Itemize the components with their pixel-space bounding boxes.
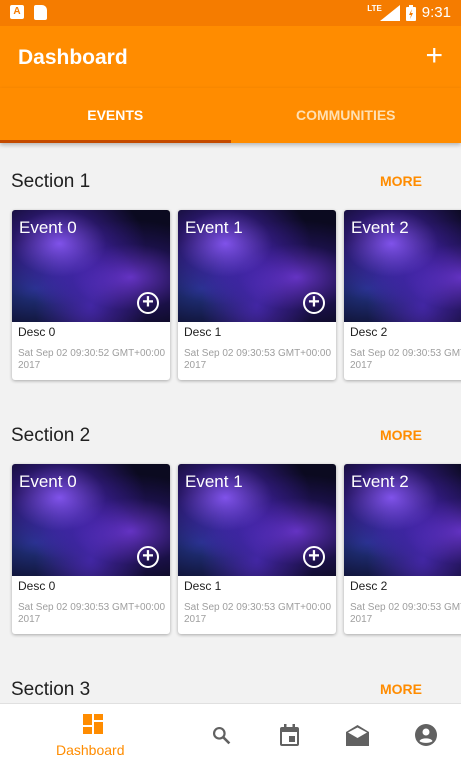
nav-search[interactable] xyxy=(200,704,244,765)
event-card[interactable]: Event 2 Desc 2 Sat Sep 02 09:30:53 GMT+0… xyxy=(344,464,461,634)
dashboard-icon xyxy=(83,714,103,734)
app-bar: Dashboard + xyxy=(0,26,461,88)
section: Section 1 MORE Event 0 + Desc 0 Sat Sep … xyxy=(0,143,461,397)
section-more-button[interactable]: MORE xyxy=(380,427,422,443)
nav-mail[interactable] xyxy=(336,704,380,765)
add-circle-icon[interactable]: + xyxy=(303,546,325,568)
sd-card-icon xyxy=(34,5,47,20)
event-card[interactable]: Event 1 + Desc 1 Sat Sep 02 09:30:53 GMT… xyxy=(178,464,336,634)
event-desc: Desc 0 xyxy=(18,579,56,593)
nav-account[interactable] xyxy=(404,704,448,765)
section-title: Section 1 xyxy=(11,171,91,192)
battery-icon xyxy=(405,4,416,21)
tab-communities[interactable]: COMMUNITIES xyxy=(231,88,461,143)
event-date: Sat Sep 02 09:30:53 GMT+00:00 2017 xyxy=(184,348,332,371)
event-desc: Desc 2 xyxy=(350,325,388,339)
event-card[interactable]: Event 2 Desc 2 Sat Sep 02 09:30:53 GMT+0… xyxy=(344,210,461,380)
event-card[interactable]: Event 0 + Desc 0 Sat Sep 02 09:30:53 GMT… xyxy=(12,464,170,634)
events-list[interactable]: Section 1 MORE Event 0 + Desc 0 Sat Sep … xyxy=(0,143,461,703)
notification-a-icon: A xyxy=(10,5,24,19)
event-date: Sat Sep 02 09:30:53 GMT+00:00 2017 xyxy=(350,602,461,625)
event-date: Sat Sep 02 09:30:53 GMT+00:00 2017 xyxy=(18,602,166,625)
tab-bar: EVENTS COMMUNITIES xyxy=(0,88,461,143)
nav-dashboard[interactable]: Dashboard xyxy=(40,704,150,765)
signal-icon xyxy=(379,4,400,21)
event-date: Sat Sep 02 09:30:53 GMT+00:00 2017 xyxy=(184,602,332,625)
tab-events[interactable]: EVENTS xyxy=(0,88,231,143)
add-circle-icon[interactable]: + xyxy=(137,292,159,314)
event-desc: Desc 2 xyxy=(350,579,388,593)
event-desc: Desc 0 xyxy=(18,325,56,339)
event-title: Event 1 xyxy=(185,218,243,237)
search-icon xyxy=(212,726,231,745)
section-more-button[interactable]: MORE xyxy=(380,173,422,189)
section-title: Section 3 xyxy=(11,679,91,700)
event-title: Event 0 xyxy=(19,218,77,237)
event-desc: Desc 1 xyxy=(184,325,222,339)
section: Section 2 MORE Event 0 + Desc 0 Sat Sep … xyxy=(0,397,461,651)
account-icon xyxy=(415,724,437,746)
event-date: Sat Sep 02 09:30:52 GMT+00:00 2017 xyxy=(18,348,166,371)
status-bar: A LTE 9:31 xyxy=(0,0,461,26)
section-more-button[interactable]: MORE xyxy=(380,681,422,697)
event-card[interactable]: Event 0 + Desc 0 Sat Sep 02 09:30:52 GMT… xyxy=(12,210,170,380)
calendar-icon xyxy=(280,724,299,746)
event-title: Event 2 xyxy=(351,218,409,237)
section-title: Section 2 xyxy=(11,425,91,446)
event-date: Sat Sep 02 09:30:53 GMT+00:00 2017 xyxy=(350,348,461,371)
bottom-navigation: Dashboard xyxy=(0,703,461,765)
status-time: 9:31 xyxy=(421,4,451,21)
event-title: Event 1 xyxy=(185,472,243,491)
nav-calendar[interactable] xyxy=(268,704,312,765)
event-title: Event 2 xyxy=(351,472,409,491)
event-card[interactable]: Event 1 + Desc 1 Sat Sep 02 09:30:53 GMT… xyxy=(178,210,336,380)
event-desc: Desc 1 xyxy=(184,579,222,593)
add-circle-icon[interactable]: + xyxy=(303,292,325,314)
event-title: Event 0 xyxy=(19,472,77,491)
mail-icon xyxy=(346,725,369,746)
nav-dashboard-label: Dashboard xyxy=(56,742,125,758)
add-circle-icon[interactable]: + xyxy=(137,546,159,568)
section: Section 3 MORE xyxy=(0,651,461,703)
add-icon[interactable]: + xyxy=(425,38,443,74)
page-title: Dashboard xyxy=(18,46,128,69)
